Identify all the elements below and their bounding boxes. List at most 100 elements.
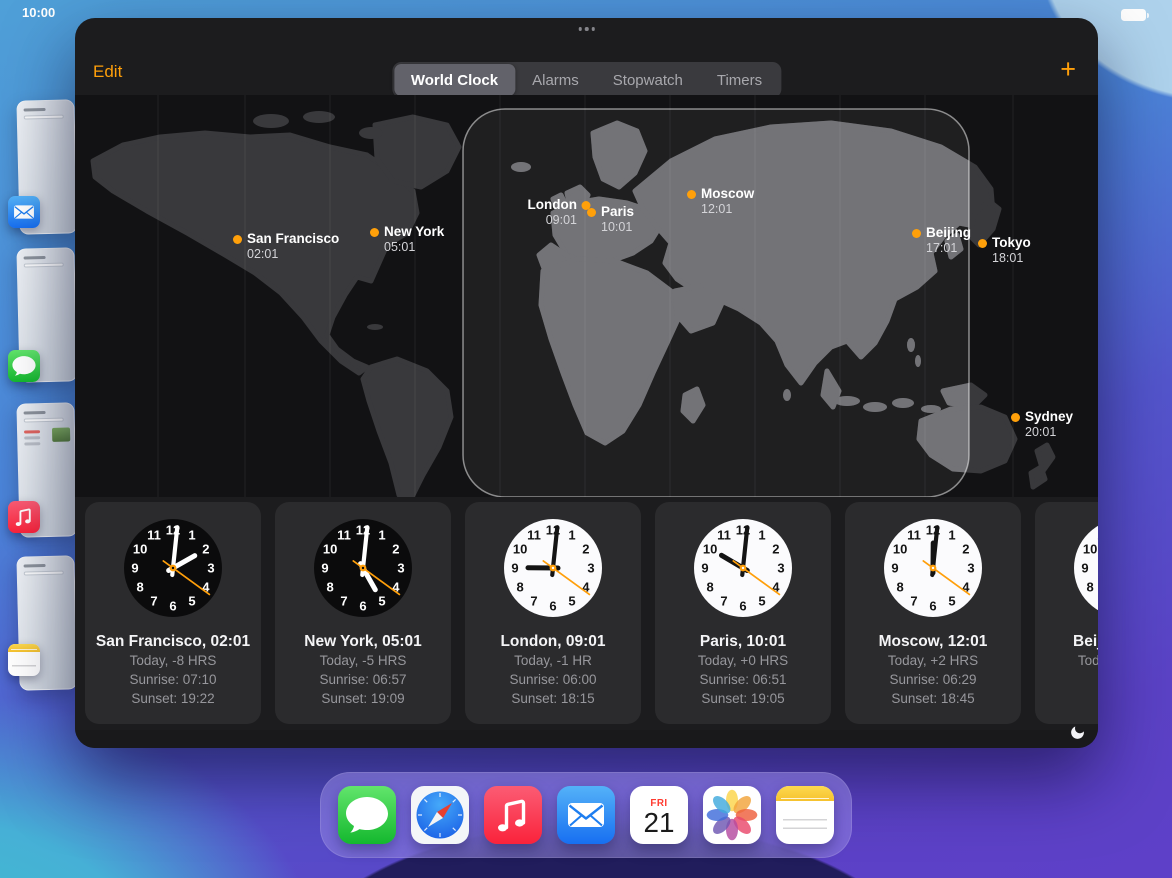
notes-yellow-bar (8, 644, 40, 652)
card-sunrise: Sunrise: 06:57 (319, 671, 406, 689)
card-offset: Today, +0 HRS (698, 652, 788, 670)
mail-app-icon[interactable] (557, 786, 615, 844)
svg-text:11: 11 (527, 528, 541, 543)
world-clock-card-paris[interactable]: 123456789101112 Paris, 10:01 Today, +0 H… (655, 502, 831, 724)
notes-ruled-lines (12, 658, 36, 671)
card-city-time: Paris, 10:01 (700, 633, 786, 651)
card-offset: Today, -5 HRS (320, 652, 407, 670)
world-clock-card-beijing[interactable]: 123456789101112 Beijing, 17:01 Today, +7… (1035, 502, 1098, 724)
svg-text:11: 11 (337, 528, 351, 543)
svg-text:1: 1 (758, 528, 765, 543)
tab-world-clock[interactable]: World Clock (394, 64, 515, 96)
svg-text:1: 1 (948, 528, 955, 543)
svg-text:7: 7 (910, 593, 917, 608)
svg-text:1: 1 (568, 528, 575, 543)
music-app-icon[interactable] (484, 786, 542, 844)
clock-app-window: Edit World ClockAlarmsStopwatchTimers + … (75, 18, 1098, 748)
clock-tabs-segmented-control: World ClockAlarmsStopwatchTimers (392, 62, 781, 98)
status-bar-time: 10:00 (22, 5, 55, 20)
calendar-app-icon[interactable]: FRI21 (630, 786, 688, 844)
svg-text:5: 5 (758, 593, 765, 608)
svg-text:10: 10 (513, 542, 527, 557)
battery-icon (1121, 9, 1146, 21)
svg-text:7: 7 (150, 593, 157, 608)
world-clock-card-moscow[interactable]: 123456789101112 Moscow, 12:01 Today, +2 … (845, 502, 1021, 724)
svg-text:9: 9 (131, 561, 138, 576)
svg-text:9: 9 (1081, 561, 1088, 576)
svg-text:6: 6 (549, 599, 556, 614)
world-map-graphic (75, 95, 1098, 497)
svg-text:8: 8 (1086, 580, 1093, 595)
svg-text:10: 10 (893, 542, 907, 557)
svg-text:6: 6 (359, 599, 366, 614)
svg-text:8: 8 (136, 580, 143, 595)
svg-text:10: 10 (1083, 542, 1097, 557)
stage-app-messages[interactable] (0, 248, 76, 412)
svg-text:2: 2 (772, 542, 779, 557)
card-city-time: London, 09:01 (500, 633, 605, 651)
world-clock-cards-scroll[interactable]: 123456789101112 San Francisco, 02:01 Tod… (75, 502, 1098, 724)
svg-text:10: 10 (323, 542, 337, 557)
clock-header: Edit World ClockAlarmsStopwatchTimers + (75, 18, 1098, 95)
messages-app-icon[interactable] (338, 786, 396, 844)
card-city-time: Moscow, 12:01 (879, 633, 988, 651)
analog-clock: 123456789101112 (691, 502, 795, 625)
svg-text:8: 8 (896, 580, 903, 595)
safari-app-icon[interactable] (411, 786, 469, 844)
photos-app-icon[interactable] (703, 786, 761, 844)
svg-text:3: 3 (777, 561, 784, 576)
svg-text:3: 3 (397, 561, 404, 576)
svg-text:1: 1 (378, 528, 385, 543)
world-clock-card-new-york[interactable]: 123456789101112 New York, 05:01 Today, -… (275, 502, 451, 724)
svg-text:5: 5 (378, 593, 385, 608)
svg-text:1: 1 (188, 528, 195, 543)
stage-app-notes[interactable] (0, 556, 76, 720)
world-clock-cards-region: 123456789101112 San Francisco, 02:01 Tod… (75, 497, 1098, 730)
svg-text:8: 8 (706, 580, 713, 595)
analog-clock: 123456789101112 (881, 502, 985, 625)
card-sunset: Sunset: 19:22 (131, 690, 214, 708)
mail-app-icon[interactable] (8, 196, 40, 228)
tab-stopwatch[interactable]: Stopwatch (596, 64, 700, 96)
crescent-moon-icon (1069, 724, 1086, 741)
svg-text:6: 6 (169, 599, 176, 614)
svg-text:5: 5 (948, 593, 955, 608)
notes-app-icon[interactable] (8, 644, 40, 676)
tab-alarms[interactable]: Alarms (515, 64, 596, 96)
svg-text:3: 3 (967, 561, 974, 576)
world-clock-card-london[interactable]: 123456789101112 London, 09:01 Today, -1 … (465, 502, 641, 724)
card-sunrise: Sunrise: 06:29 (889, 671, 976, 689)
svg-text:9: 9 (701, 561, 708, 576)
dock: FRI21 (320, 772, 852, 858)
card-city-time: New York, 05:01 (304, 633, 421, 651)
svg-text:8: 8 (326, 580, 333, 595)
edit-button[interactable]: Edit (93, 62, 122, 82)
tab-timers[interactable]: Timers (700, 64, 779, 96)
notes-app-icon[interactable] (776, 786, 834, 844)
card-sunrise: Sunrise: 06:00 (509, 671, 596, 689)
add-city-button[interactable]: + (1060, 54, 1076, 85)
svg-text:9: 9 (321, 561, 328, 576)
card-sunset: Sunset: 18:15 (511, 690, 594, 708)
svg-text:2: 2 (392, 542, 399, 557)
stage-app-music[interactable] (0, 403, 76, 567)
svg-text:5: 5 (188, 593, 195, 608)
card-sunrise: Sunrise: 07:10 (129, 671, 216, 689)
svg-text:5: 5 (568, 593, 575, 608)
world-map: San Francisco02:01New York05:01London09:… (75, 95, 1098, 497)
svg-text:6: 6 (929, 599, 936, 614)
world-clock-card-san-francisco[interactable]: 123456789101112 San Francisco, 02:01 Tod… (85, 502, 261, 724)
stage-app-mail[interactable] (0, 100, 76, 264)
card-sunset: Sunset: 18:45 (891, 690, 974, 708)
notes-ruled-lines (783, 812, 827, 835)
card-sunset: Sunset: 19:09 (321, 690, 404, 708)
notes-yellow-bar (776, 786, 834, 801)
svg-text:3: 3 (587, 561, 594, 576)
svg-text:2: 2 (962, 542, 969, 557)
music-app-icon[interactable] (8, 501, 40, 533)
svg-text:11: 11 (907, 528, 921, 543)
svg-text:7: 7 (340, 593, 347, 608)
messages-app-icon[interactable] (8, 350, 40, 382)
analog-clock: 123456789101112 (311, 502, 415, 625)
card-offset: Today, +7 HRS (1078, 652, 1098, 670)
